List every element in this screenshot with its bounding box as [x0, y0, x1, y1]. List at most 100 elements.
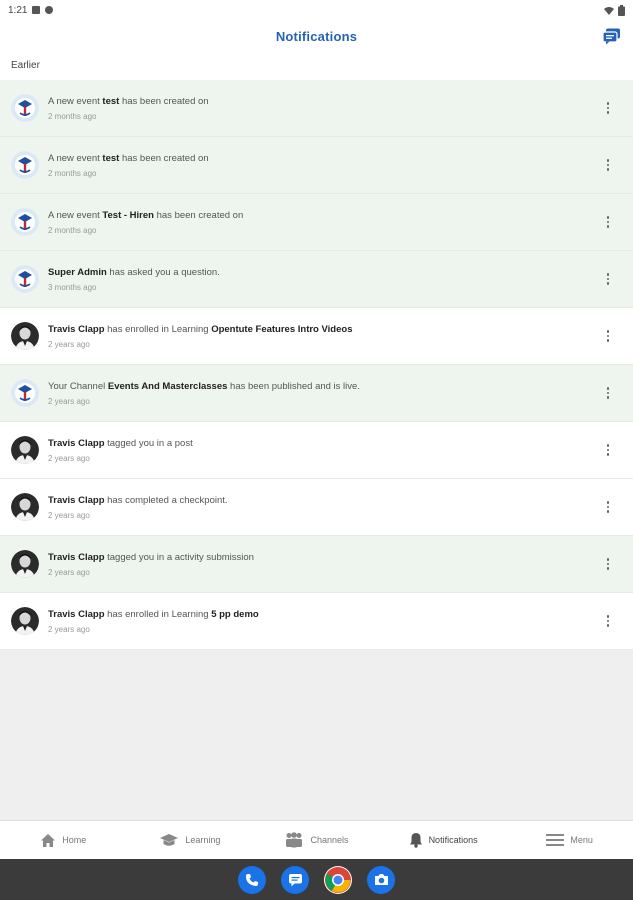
notification-message: Super Admin has asked you a question.	[48, 267, 596, 278]
nav-channels[interactable]: Channels	[253, 821, 380, 859]
notification-message: A new event Test - Hiren has been create…	[48, 210, 596, 221]
notification-text: has completed a checkpoint.	[104, 494, 228, 506]
messages-app-icon[interactable]	[281, 865, 309, 894]
notification-time: 2 months ago	[48, 111, 97, 121]
more-options-icon[interactable]	[596, 153, 620, 177]
notification-row[interactable]: Travis Clapp has enrolled in Learning 5 …	[0, 593, 633, 650]
notification-message: A new event test has been created on	[48, 96, 596, 107]
notification-time: 2 years ago	[48, 567, 90, 577]
org-logo-avatar	[11, 379, 39, 407]
notification-text: Your Channel	[48, 380, 108, 392]
more-options-icon[interactable]	[596, 210, 620, 234]
notification-text: has been created on	[119, 95, 209, 107]
notification-row[interactable]: A new event test has been created on 2 mo…	[0, 137, 633, 194]
phone-app-icon[interactable]	[238, 865, 266, 894]
user-avatar	[11, 607, 39, 635]
battery-icon	[618, 4, 625, 16]
nav-home[interactable]: Home	[0, 821, 127, 859]
notification-time: 2 months ago	[48, 225, 97, 235]
org-logo-avatar	[11, 94, 39, 122]
notification-time: 2 years ago	[48, 453, 90, 463]
notification-message: Travis Clapp tagged you in a activity su…	[48, 552, 596, 563]
notification-highlight: Test - Hiren	[102, 209, 154, 221]
nav-notifications[interactable]: Notifications	[380, 821, 507, 859]
nav-menu[interactable]: Menu	[506, 821, 633, 859]
notification-time: 2 years ago	[48, 396, 90, 406]
notification-highlight: Events And Masterclasses	[107, 380, 228, 392]
notification-content: A new event test has been created on 2 mo…	[48, 96, 596, 121]
notification-row[interactable]: Super Admin has asked you a question. 3 m…	[0, 251, 633, 308]
notification-content: Travis Clapp tagged you in a activity su…	[48, 552, 596, 577]
more-options-icon[interactable]	[596, 267, 620, 291]
notification-time: 2 years ago	[48, 339, 90, 349]
user-avatar	[11, 436, 39, 464]
notification-message: A new event test has been created on	[48, 153, 596, 164]
section-label: Earlier	[11, 60, 40, 71]
notification-content: Travis Clapp tagged you in a post 2 years…	[48, 438, 596, 463]
notification-text: has been created on	[119, 152, 209, 164]
notification-highlight: Travis Clapp	[48, 494, 105, 506]
chrome-app-icon[interactable]	[324, 865, 352, 894]
status-time: 1:21	[8, 4, 28, 16]
notification-highlight: Travis Clapp	[48, 437, 105, 449]
more-options-icon[interactable]	[596, 324, 620, 348]
chat-bubbles-icon	[601, 28, 620, 44]
app-header: Notifications	[0, 20, 633, 52]
notification-app-icon	[32, 6, 41, 14]
user-avatar	[11, 322, 39, 350]
notification-row[interactable]: A new event test has been created on 2 mo…	[0, 80, 633, 137]
notification-row[interactable]: Travis Clapp tagged you in a activity su…	[0, 536, 633, 593]
more-options-icon[interactable]	[596, 609, 620, 633]
notification-message: Your Channel Events And Masterclasses ha…	[48, 381, 596, 392]
wifi-icon	[604, 6, 614, 15]
notification-time: 3 months ago	[48, 282, 97, 292]
notification-content: Travis Clapp has completed a checkpoint.…	[48, 495, 596, 520]
notification-row[interactable]: Travis Clapp has completed a checkpoint.…	[0, 479, 633, 536]
more-options-icon[interactable]	[596, 438, 620, 462]
graduation-cap-icon	[159, 833, 179, 848]
notification-content: Travis Clapp has enrolled in Learning 5 …	[48, 609, 596, 634]
more-options-icon[interactable]	[596, 495, 620, 519]
people-group-icon	[284, 832, 304, 848]
notification-highlight: test	[102, 152, 120, 164]
notification-content: Super Admin has asked you a question. 3 m…	[48, 267, 596, 292]
bottom-nav: Home Learning Channels Notifications Menu	[0, 820, 633, 859]
notification-text: A new event	[48, 209, 103, 221]
more-options-icon[interactable]	[596, 381, 620, 405]
notification-row[interactable]: A new event Test - Hiren has been create…	[0, 194, 633, 251]
more-options-icon[interactable]	[596, 96, 620, 120]
notification-content: Travis Clapp has enrolled in Learning Op…	[48, 324, 596, 349]
notification-highlight: Travis Clapp	[48, 608, 105, 620]
home-icon	[40, 833, 56, 848]
notification-text: has been created on	[153, 209, 244, 221]
notification-text: has asked you a question.	[106, 266, 220, 278]
notification-content: Your Channel Events And Masterclasses ha…	[48, 381, 596, 406]
user-avatar	[11, 550, 39, 578]
nav-label: Notifications	[428, 835, 478, 845]
notification-row[interactable]: Your Channel Events And Masterclasses ha…	[0, 365, 633, 422]
notification-text: has been published and is live.	[227, 380, 360, 392]
notification-highlight: Travis Clapp	[48, 323, 105, 335]
org-logo-avatar	[11, 208, 39, 236]
nav-learning[interactable]: Learning	[127, 821, 254, 859]
notification-message: Travis Clapp tagged you in a post	[48, 438, 596, 449]
notification-content: A new event test has been created on 2 mo…	[48, 153, 596, 178]
notification-highlight: Opentute Features Intro Videos	[211, 323, 353, 335]
notification-highlight: 5 pp demo	[211, 608, 259, 620]
status-bar: 1:21	[0, 0, 633, 20]
notification-message: Travis Clapp has enrolled in Learning Op…	[48, 324, 596, 335]
section-header-earlier: Earlier	[0, 52, 633, 80]
page-title: Notifications	[275, 28, 358, 44]
chat-button[interactable]	[601, 26, 621, 46]
notification-row[interactable]: Travis Clapp has enrolled in Learning Op…	[0, 308, 633, 365]
hamburger-menu-icon	[546, 833, 565, 847]
nav-label: Menu	[570, 835, 593, 845]
notification-text: A new event	[48, 152, 103, 164]
notification-time: 2 months ago	[48, 168, 97, 178]
camera-app-icon[interactable]	[367, 865, 395, 894]
nav-label: Learning	[185, 835, 221, 845]
more-options-icon[interactable]	[596, 552, 620, 576]
notification-row[interactable]: Travis Clapp tagged you in a post 2 years…	[0, 422, 633, 479]
notification-message: Travis Clapp has enrolled in Learning 5 …	[48, 609, 596, 620]
message-notification-icon	[45, 6, 54, 14]
